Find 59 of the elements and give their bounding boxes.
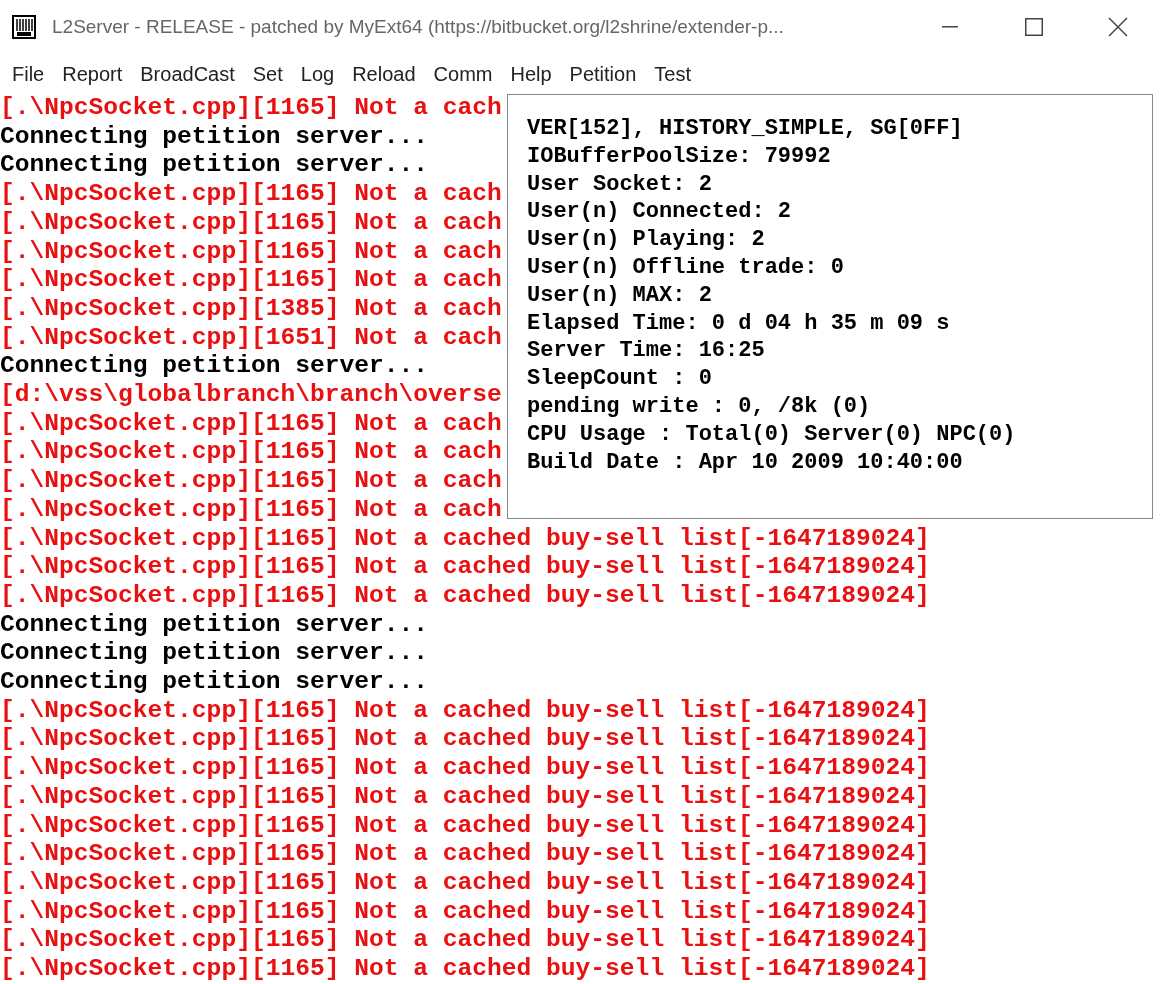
- status-line: pending write : 0, /8k (0): [527, 392, 872, 421]
- status-line: IOBufferPoolSize: 79992: [527, 142, 832, 171]
- log-line: [.\NpcSocket.cpp][1165] Not a cached buy-sell list[-1647189024]: [0, 725, 930, 755]
- status-line: User(n) MAX: 2: [527, 281, 713, 310]
- log-line: Connecting petition server...: [0, 610, 428, 640]
- menu-item[interactable]: Log: [291, 59, 344, 89]
- menu-item[interactable]: Help: [501, 59, 561, 89]
- log-line: [.\NpcSocket.cpp][1165] Not a cach: [0, 94, 502, 123]
- log-line: [.\NpcSocket.cpp][1165] Not a cached buy-sell list[-1647189024]: [0, 840, 930, 869]
- status-line: User(n) Offline trade: 0: [527, 254, 845, 282]
- menu-item[interactable]: Set: [243, 59, 292, 89]
- menu-item[interactable]: File: [3, 59, 54, 89]
- menu-item[interactable]: Report: [53, 59, 132, 89]
- log-line: [.\NpcSocket.cpp][1165] Not a cached buy-sell list[-1647189024]: [0, 926, 930, 956]
- window-title: L2Server - RELEASE - patched by MyExt64 (https://bitbucket.org/l2shrine/extender-p...: [52, 14, 784, 39]
- log-line: Connecting petition server...: [0, 151, 428, 181]
- log-line: [.\NpcSocket.cpp][1165] Not a cach: [0, 208, 502, 238]
- log-line: [.\NpcSocket.cpp][1165] Not a cach: [0, 237, 502, 267]
- status-line: User(n) Connected: 2: [527, 198, 793, 227]
- maximize-icon: [1025, 18, 1043, 36]
- log-line: [.\NpcSocket.cpp][1165] Not a cached buy-sell list[-1647189024]: [0, 811, 930, 841]
- status-line: CPU Usage : Total(0) Server(0) NPC(0): [527, 420, 1017, 449]
- log-line: [.\NpcSocket.cpp][1165] Not a cached buy-sell list[-1647189024]: [0, 754, 930, 783]
- log-line: [.\NpcSocket.cpp][1385] Not a cach: [0, 294, 502, 324]
- log-line: [.\NpcSocket.cpp][1165] Not a cach: [0, 495, 502, 525]
- status-line: Elapsed Time: 0 d 04 h 35 m 09 s: [527, 309, 951, 338]
- log-line: [d:\vss\globalbranch\branch\overse: [0, 381, 502, 410]
- log-line: [.\NpcSocket.cpp][1165] Not a cached buy-sell list[-1647189024]: [0, 869, 930, 898]
- log-line: Connecting petition server...: [0, 122, 428, 152]
- log-line: Connecting petition server...: [0, 668, 428, 697]
- menu-item[interactable]: Reload: [343, 59, 425, 89]
- log-line: [.\NpcSocket.cpp][1165] Not a cached buy-sell list[-1647189024]: [0, 581, 930, 611]
- minimize-icon: [942, 26, 958, 28]
- log-line: [.\NpcSocket.cpp][1165] Not a cach: [0, 438, 502, 468]
- log-line: [.\NpcSocket.cpp][1165] Not a cached buy-sell list[-1647189024]: [0, 897, 930, 927]
- log-line: [.\NpcSocket.cpp][1165] Not a cached buy-sell list[-1647189024]: [0, 782, 930, 812]
- log-line: [.\NpcSocket.cpp][1165] Not a cach: [0, 266, 502, 295]
- log-line: [.\NpcSocket.cpp][1165] Not a cach: [0, 467, 502, 496]
- log-line: [.\NpcSocket.cpp][1165] Not a cached buy-sell list[-1647189024]: [0, 553, 930, 582]
- log-line: Connecting petition server...: [0, 352, 428, 382]
- log-line: [.\NpcSocket.cpp][1165] Not a cached buy-sell list[-1647189024]: [0, 524, 930, 554]
- status-line: User Socket: 2: [527, 170, 713, 199]
- menu-item[interactable]: Comm: [424, 59, 502, 89]
- log-line: [.\NpcSocket.cpp][1165] Not a cach: [0, 409, 502, 439]
- app-icon: [12, 15, 36, 39]
- menu-item[interactable]: Petition: [560, 59, 646, 89]
- status-line: VER[152], HISTORY_SIMPLE, SG[0FF]: [527, 115, 964, 143]
- close-icon: [1108, 17, 1128, 37]
- log-line: [.\NpcSocket.cpp][1165] Not a cached buy-sell list[-1647189024]: [0, 955, 930, 984]
- log-line: [.\NpcSocket.cpp][1651] Not a cach: [0, 323, 502, 353]
- menu-item[interactable]: BroadCast: [131, 59, 244, 89]
- status-line: Build Date : Apr 10 2009 10:40:00: [527, 448, 964, 477]
- status-line: SleepCount : 0: [527, 365, 713, 393]
- status-line: User(n) Playing: 2: [527, 226, 766, 254]
- menu-item[interactable]: Test: [645, 59, 700, 89]
- log-line: [.\NpcSocket.cpp][1165] Not a cach: [0, 180, 502, 209]
- status-line: Server Time: 16:25: [527, 337, 766, 366]
- log-line: [.\NpcSocket.cpp][1165] Not a cached buy-sell list[-1647189024]: [0, 696, 930, 726]
- log-line: Connecting petition server...: [0, 639, 428, 669]
